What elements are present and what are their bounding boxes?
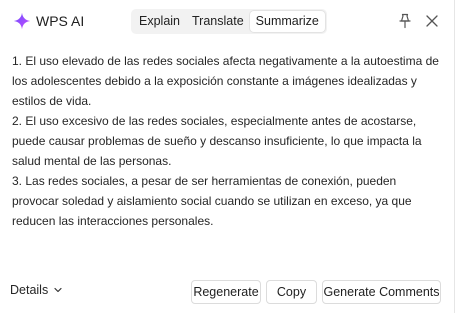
tab-explain[interactable]: Explain	[133, 11, 186, 32]
panel-header: WPS AI Explain Translate Summarize	[0, 0, 454, 44]
summary-item-2: 2. El uso excesivo de las redes sociales…	[12, 114, 422, 168]
summary-content: 1. El uso elevado de las redes sociales …	[12, 51, 444, 231]
chevron-down-icon	[54, 287, 62, 293]
wps-ai-logo-icon	[13, 12, 31, 30]
app-title: WPS AI	[36, 13, 85, 29]
tab-summarize[interactable]: Summarize	[249, 11, 325, 32]
close-icon[interactable]	[423, 12, 441, 30]
mode-tabs: Explain Translate Summarize	[131, 9, 327, 34]
generate-comments-button[interactable]: Generate Comments	[322, 280, 441, 304]
copy-button[interactable]: Copy	[266, 280, 317, 304]
panel-footer: Details Regenerate Copy Generate Comment…	[0, 280, 454, 304]
details-dropdown[interactable]: Details	[10, 283, 62, 297]
wps-ai-panel: WPS AI Explain Translate Summarize 1. El…	[0, 0, 455, 313]
tab-translate[interactable]: Translate	[186, 11, 250, 32]
summary-item-3: 3. Las redes sociales, a pesar de ser he…	[12, 174, 412, 228]
pin-icon[interactable]	[396, 12, 414, 30]
summary-item-1: 1. El uso elevado de las redes sociales …	[12, 54, 439, 108]
details-label: Details	[10, 283, 49, 297]
regenerate-button[interactable]: Regenerate	[191, 280, 261, 304]
